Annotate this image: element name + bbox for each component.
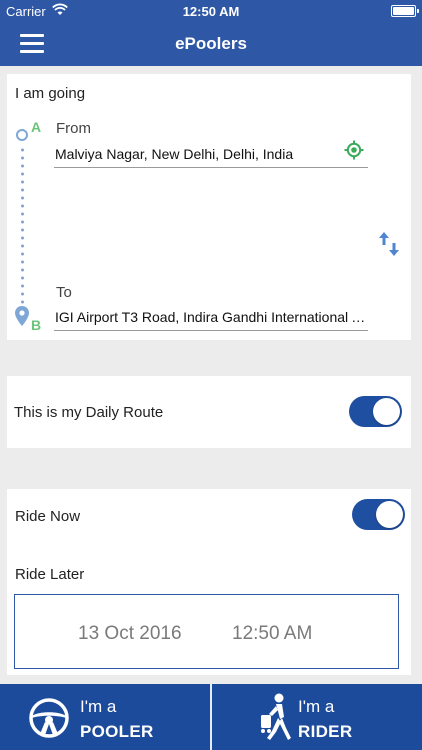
walking-rider-icon <box>261 693 291 740</box>
rider-tab-line2: RIDER <box>298 722 353 741</box>
ride-now-label: Ride Now <box>15 508 81 525</box>
tab-bar: I'm a POOLER I'm a RIDER <box>0 684 422 750</box>
from-input[interactable]: Malviya Nagar, New Delhi, Delhi, India <box>54 140 368 168</box>
route-line <box>21 146 24 304</box>
app-title: ePoolers <box>175 34 247 53</box>
destination-pin-icon <box>15 306 29 326</box>
rider-tab[interactable]: I'm a RIDER <box>212 684 422 750</box>
battery-icon <box>391 5 419 17</box>
daily-route-label: This is my Daily Route <box>14 404 164 421</box>
from-label: From <box>56 120 91 137</box>
to-label: To <box>56 284 72 301</box>
status-bar: Carrier 12:50 AM <box>0 0 422 22</box>
toggle-knob <box>376 501 403 528</box>
rider-tab-line1: I'm a <box>298 697 335 716</box>
origin-marker-icon <box>16 129 28 141</box>
destination-marker-letter: B <box>31 317 42 333</box>
trip-card: I am going A B From Malviya Nagar, New D… <box>7 74 411 340</box>
ride-now-toggle[interactable] <box>352 499 405 530</box>
swap-arrows-icon[interactable] <box>378 231 400 257</box>
origin-marker-letter: A <box>31 119 42 135</box>
daily-route-card: This is my Daily Route <box>7 376 411 448</box>
to-input[interactable]: IGI Airport T3 Road, Indira Gandhi Inter… <box>54 303 368 331</box>
ride-time-card: Ride Now Ride Later 13 Oct 2016 12:50 AM <box>7 489 411 675</box>
ride-time: 12:50 AM <box>232 623 313 644</box>
nav-bar: ePoolers <box>0 22 422 66</box>
steering-wheel-icon <box>29 698 69 738</box>
pooler-tab[interactable]: I'm a POOLER <box>0 684 210 750</box>
datetime-picker[interactable]: 13 Oct 2016 12:50 AM <box>14 594 399 669</box>
daily-route-toggle[interactable] <box>349 396 402 427</box>
crosshair-icon[interactable] <box>344 140 364 160</box>
pooler-tab-line2: POOLER <box>80 722 154 741</box>
pooler-tab-line1: I'm a <box>80 697 117 716</box>
ride-later-label: Ride Later <box>15 566 85 583</box>
clock: 12:50 AM <box>182 4 240 19</box>
toggle-knob <box>373 398 400 425</box>
ride-date: 13 Oct 2016 <box>78 623 182 644</box>
trip-heading: I am going <box>15 85 86 102</box>
